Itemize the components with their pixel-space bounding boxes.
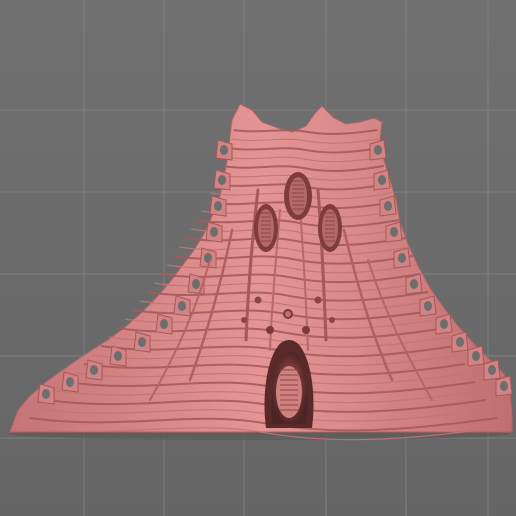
fin-hole (90, 365, 98, 375)
viewport-canvas[interactable] (0, 0, 516, 516)
fin-hole (384, 201, 392, 211)
fin-hole (440, 319, 448, 329)
fin-hole (204, 253, 212, 263)
fin-hole (178, 301, 186, 311)
fin-hole (374, 145, 382, 155)
fin-hole (138, 337, 146, 347)
fin-hole (472, 351, 480, 361)
fin-hole (66, 377, 74, 387)
fin-hole (42, 389, 50, 399)
fin-hole (192, 279, 200, 289)
fin-hole (488, 365, 496, 375)
fin-hole (220, 145, 228, 155)
sculpt-body[interactable] (9, 103, 513, 433)
fin-hole (114, 351, 122, 361)
fin-hole (214, 201, 222, 211)
fin-hole (398, 253, 406, 263)
fin-hole (456, 337, 464, 347)
fin-hole (390, 227, 398, 237)
fin-hole (218, 175, 226, 185)
fin-hole (500, 381, 508, 391)
3d-viewport[interactable] (0, 0, 516, 516)
fin-hole (210, 227, 218, 237)
fin-hole (160, 319, 168, 329)
fin-hole (378, 175, 386, 185)
fin-hole (424, 301, 432, 311)
fin-hole (410, 279, 418, 289)
